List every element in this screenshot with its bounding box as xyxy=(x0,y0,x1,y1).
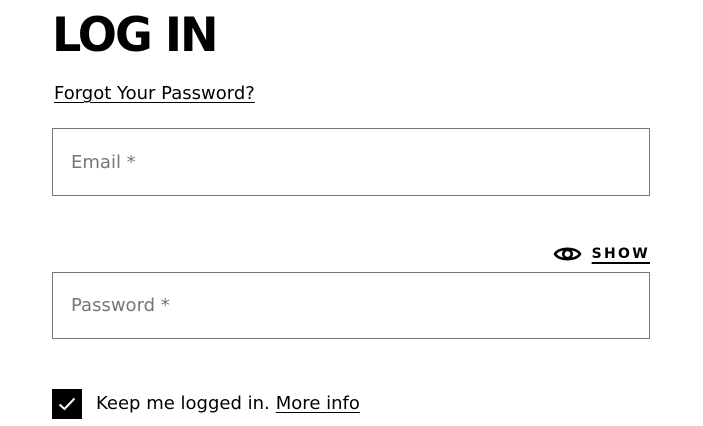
email-field[interactable] xyxy=(53,129,649,195)
password-field[interactable] xyxy=(53,273,649,338)
page-title: LOG IN xyxy=(52,8,219,63)
keep-logged-in-row: Keep me logged in. More info xyxy=(52,388,360,419)
password-field-container xyxy=(52,272,650,339)
email-field-container xyxy=(52,128,650,196)
show-password-label: SHOW xyxy=(591,246,650,262)
check-icon xyxy=(58,397,76,410)
keep-logged-in-label: Keep me logged in. xyxy=(96,392,270,414)
show-password-toggle[interactable]: SHOW xyxy=(553,240,650,268)
eye-icon xyxy=(553,244,582,264)
keep-logged-in-checkbox[interactable] xyxy=(52,388,82,419)
forgot-password-link[interactable]: Forgot Your Password? xyxy=(54,83,255,105)
more-info-link[interactable]: More info xyxy=(276,393,360,415)
